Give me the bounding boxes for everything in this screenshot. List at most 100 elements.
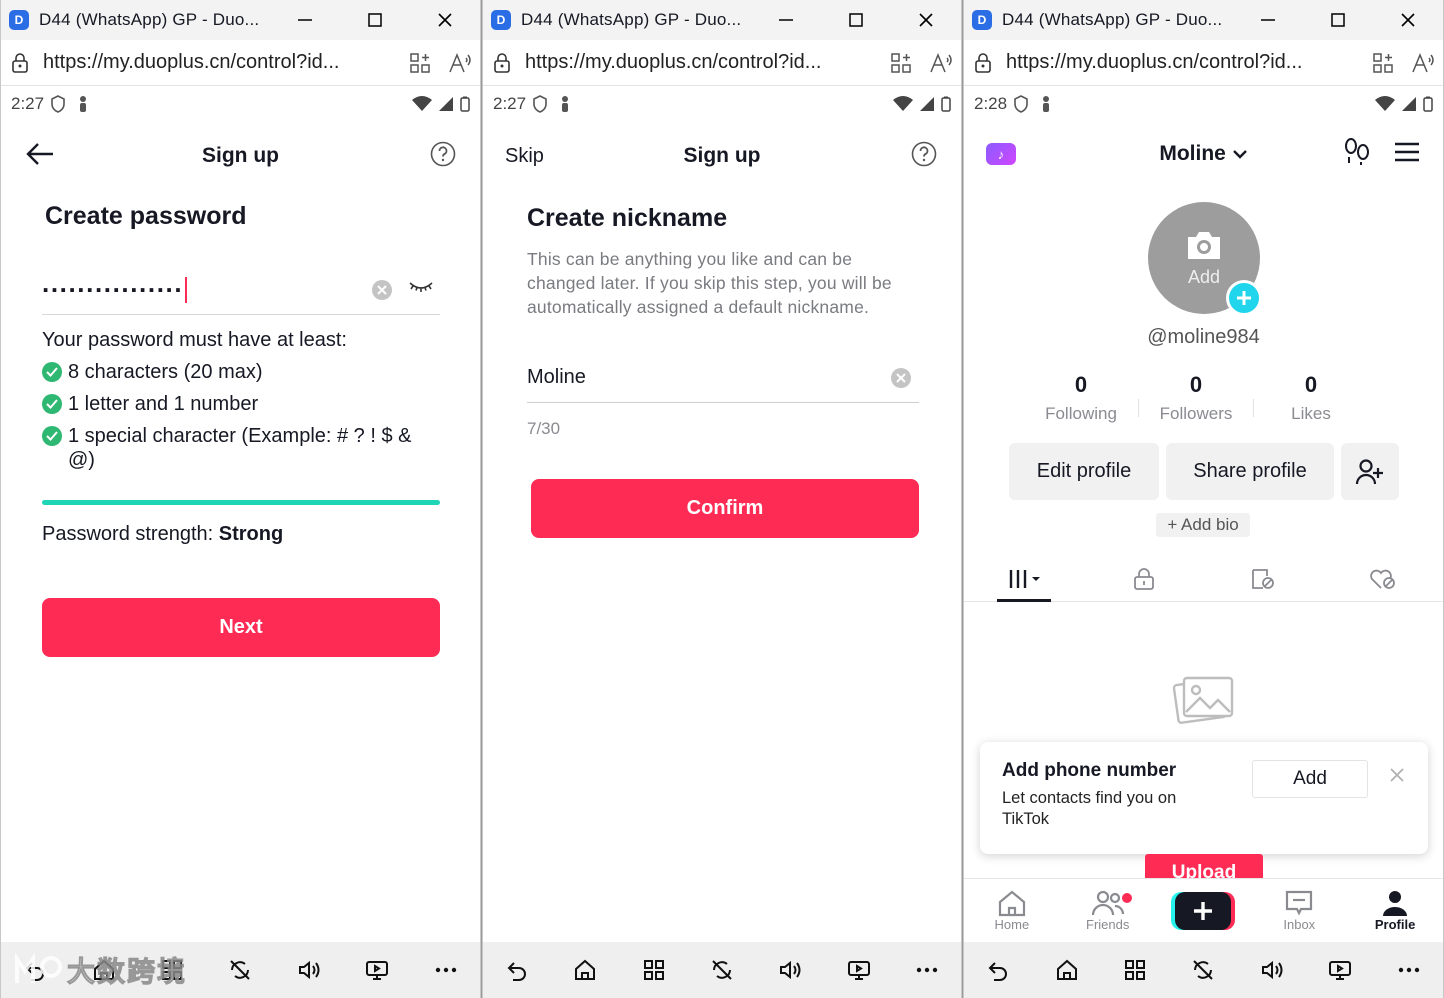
apps-icon[interactable] (400, 52, 440, 74)
stat-following[interactable]: 0 Following (1026, 372, 1136, 424)
add-friends-button[interactable] (1341, 443, 1399, 500)
strength-bar (42, 500, 440, 505)
status-time: 2:28 (974, 94, 1008, 113)
maximize-button[interactable] (1303, 0, 1373, 40)
wifi-icon (412, 96, 432, 111)
back-arrow-icon[interactable] (25, 142, 55, 171)
text-cursor (185, 276, 188, 303)
minimize-button[interactable] (751, 0, 821, 40)
help-icon[interactable] (911, 141, 937, 172)
status-time: 2:27 (11, 94, 45, 113)
tab-reposts[interactable] (1204, 556, 1324, 601)
clear-icon[interactable] (891, 367, 911, 388)
url-text[interactable]: https://my.duoplus.cn/control?id... (43, 51, 400, 74)
minimize-button[interactable] (1233, 0, 1303, 40)
tab-videos[interactable] (964, 556, 1084, 602)
stat-likes[interactable]: 0 Likes (1256, 372, 1366, 424)
volume-icon[interactable] (289, 950, 329, 990)
lock-icon (12, 52, 28, 73)
signal-icon (1402, 97, 1416, 111)
popup-add-button[interactable]: Add (1252, 760, 1368, 798)
address-bar[interactable]: https://my.duoplus.cn/control?id... (964, 40, 1443, 86)
nav-inbox[interactable]: Inbox (1251, 889, 1347, 932)
url-text[interactable]: https://my.duoplus.cn/control?id... (525, 51, 881, 74)
window-titlebar[interactable]: D D44 (WhatsApp) GP - Duo... (964, 0, 1443, 40)
maximize-button[interactable] (340, 0, 410, 40)
avatar[interactable]: Add (1148, 202, 1262, 316)
tab-liked[interactable] (1323, 556, 1443, 601)
nav-profile[interactable]: Profile (1347, 889, 1443, 932)
next-button[interactable]: Next (42, 598, 440, 657)
share-profile-button[interactable]: Share profile (1166, 443, 1334, 500)
home-icon[interactable] (1047, 950, 1087, 990)
duoplus-logo-icon: D (491, 10, 511, 30)
back-icon[interactable] (497, 950, 537, 990)
account-switcher[interactable]: Moline (964, 142, 1443, 166)
profile-icon (1383, 891, 1408, 916)
grid-icon (1009, 569, 1040, 588)
add-bio-button[interactable]: + Add bio (1156, 513, 1250, 537)
rotate-off-icon[interactable] (1183, 950, 1223, 990)
screen-share-icon[interactable] (357, 950, 397, 990)
nav-create[interactable] (1156, 891, 1252, 930)
device-control-bar (483, 942, 961, 998)
close-button[interactable] (891, 0, 961, 40)
requirement-item: 1 special character (Example: # ? ! $ & @… (42, 424, 440, 472)
url-text[interactable]: https://my.duoplus.cn/control?id... (1006, 51, 1363, 74)
read-aloud-icon[interactable] (440, 52, 480, 74)
password-strength: Password strength: Strong (42, 523, 284, 545)
address-bar[interactable]: https://my.duoplus.cn/control?id... (483, 40, 961, 86)
camera-icon (1188, 231, 1220, 259)
volume-icon[interactable] (770, 950, 810, 990)
device-control-bar (964, 942, 1443, 998)
apps-icon[interactable] (881, 52, 921, 74)
create-nickname-heading: Create nickname (527, 204, 728, 232)
volume-icon[interactable] (1252, 950, 1292, 990)
more-icon[interactable] (426, 950, 466, 990)
screen-share-icon[interactable] (1320, 950, 1360, 990)
upload-button[interactable]: Upload (1145, 854, 1263, 878)
close-button[interactable] (410, 0, 480, 40)
back-icon[interactable] (978, 950, 1018, 990)
watermark: 大数跨境 (13, 950, 187, 990)
nickname-field[interactable]: Moline (527, 353, 919, 403)
tab-private[interactable] (1084, 556, 1204, 601)
more-icon[interactable] (1389, 950, 1429, 990)
person-icon (1043, 96, 1050, 112)
nav-friends[interactable]: Friends (1060, 889, 1156, 932)
popup-close-icon[interactable] (1390, 768, 1404, 787)
stat-followers[interactable]: 0 Followers (1141, 372, 1251, 424)
clear-icon[interactable] (372, 279, 392, 300)
recent-apps-icon[interactable] (1115, 950, 1155, 990)
tiktok-bottom-nav: Home Friends Inbox Profile (964, 878, 1443, 942)
password-field[interactable]: ................ (42, 265, 440, 315)
skip-button[interactable]: Skip (505, 145, 544, 168)
window-titlebar[interactable]: D D44 (WhatsApp) GP - Duo... (483, 0, 961, 40)
nav-home[interactable]: Home (964, 889, 1060, 932)
inbox-icon (1286, 890, 1313, 916)
apps-icon[interactable] (1363, 52, 1403, 74)
rotate-off-icon[interactable] (220, 950, 260, 990)
hide-password-icon[interactable] (408, 279, 434, 300)
check-circle-icon (42, 362, 62, 382)
minimize-button[interactable] (270, 0, 340, 40)
confirm-button[interactable]: Confirm (531, 479, 919, 538)
window-titlebar[interactable]: D D44 (WhatsApp) GP - Duo... (1, 0, 480, 40)
address-bar[interactable]: https://my.duoplus.cn/control?id... (1, 40, 480, 86)
recent-apps-icon[interactable] (634, 950, 674, 990)
maximize-button[interactable] (821, 0, 891, 40)
read-aloud-icon[interactable] (1403, 52, 1443, 74)
signal-icon (439, 97, 453, 111)
close-button[interactable] (1373, 0, 1443, 40)
read-aloud-icon[interactable] (921, 52, 961, 74)
notification-dot (1121, 893, 1132, 903)
wifi-icon (893, 96, 913, 111)
home-icon[interactable] (565, 950, 605, 990)
rotate-off-icon[interactable] (702, 950, 742, 990)
more-icon[interactable] (907, 950, 947, 990)
battery-icon (1423, 96, 1433, 112)
help-icon[interactable] (430, 141, 456, 172)
add-avatar-plus-icon[interactable] (1226, 280, 1262, 316)
screen-share-icon[interactable] (839, 950, 879, 990)
edit-profile-button[interactable]: Edit profile (1009, 443, 1159, 500)
